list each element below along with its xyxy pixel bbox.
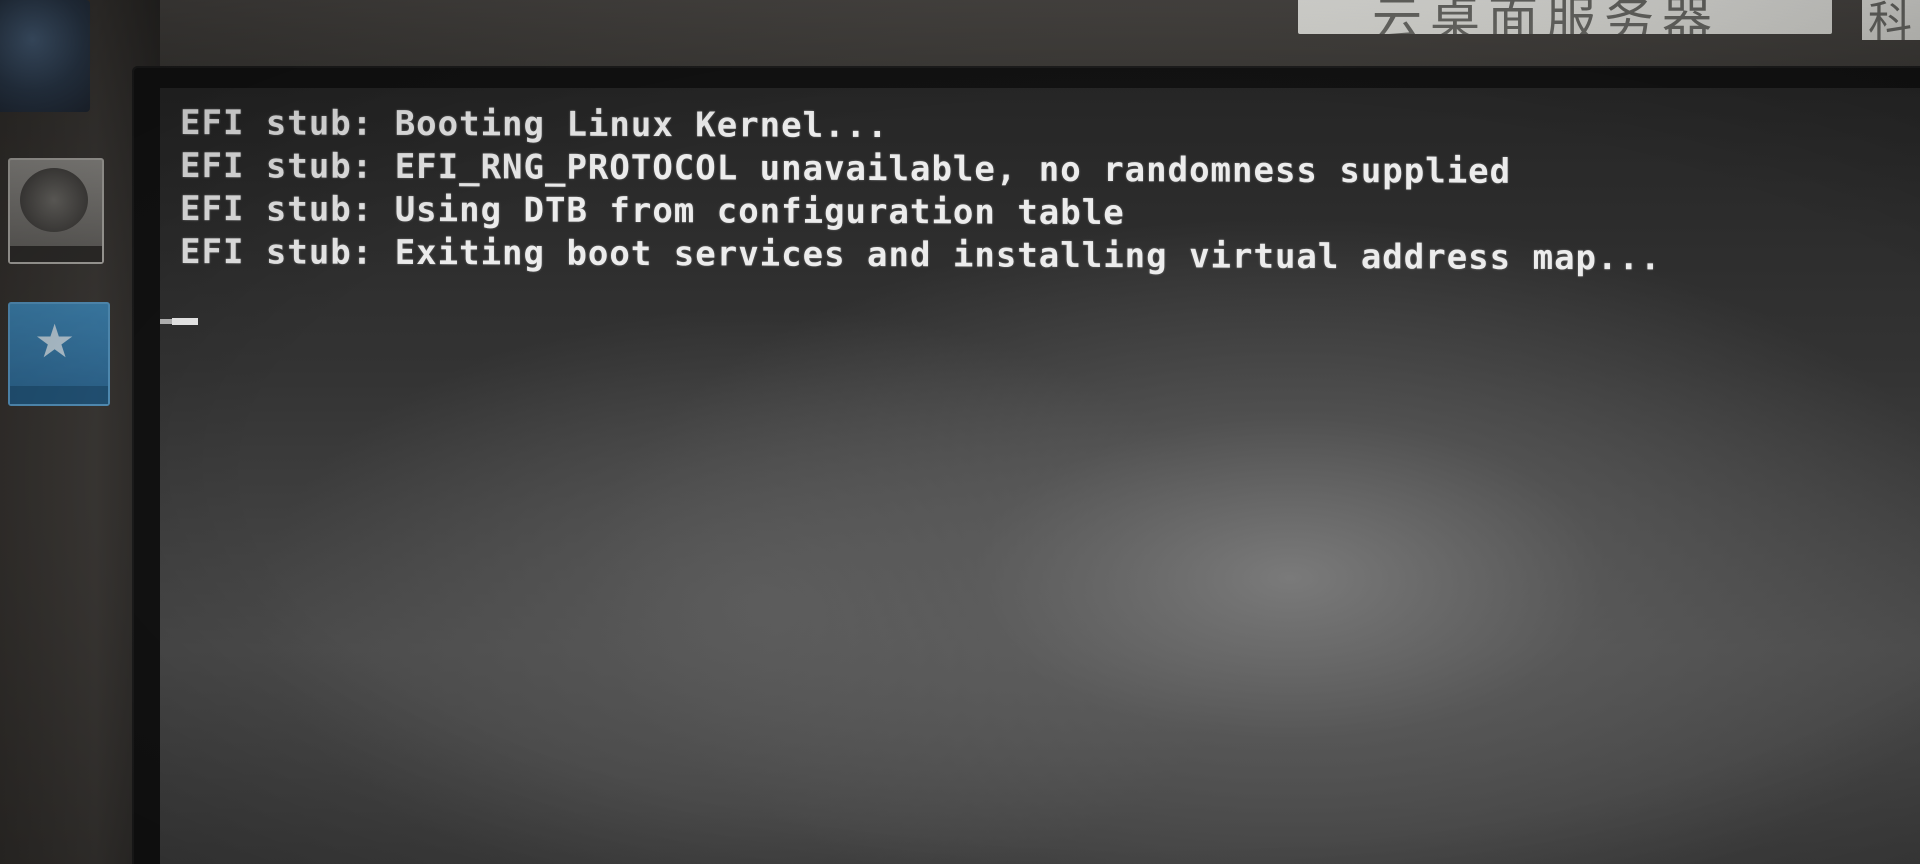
sign-text: 云桌面服务器 [1372,0,1720,34]
star-icon: ★ [34,314,76,368]
photo-scene: 云桌面服务器 科 ★ EFI stub: Booting Linux Kerne… [0,0,1920,864]
console-line: EFI stub: Booting Linux Kernel... [180,103,889,147]
sticker-seal [20,168,88,232]
console-line: EFI stub: Using DTB from configuration t… [180,189,1125,234]
boot-console: EFI stub: Booting Linux Kernel... EFI st… [180,102,1661,280]
console-line: EFI stub: Exiting boot services and inst… [180,232,1662,279]
monitor-screen: EFI stub: Booting Linux Kernel... EFI st… [160,88,1920,864]
cursor-icon [172,318,198,325]
sign-side-text: 科 [1868,0,1912,40]
sticker-band [10,386,108,404]
windows-logo-sticker-icon [0,0,90,112]
paper-sign: 云桌面服务器 [1298,0,1832,34]
console-line: EFI stub: EFI_RNG_PROTOCOL unavailable, … [180,146,1512,192]
energy-star-sticker-icon: ★ [8,302,110,406]
paper-sign-partial: 科 [1862,0,1920,40]
sticker-band [10,246,102,262]
silver-certification-sticker-icon [8,158,104,264]
